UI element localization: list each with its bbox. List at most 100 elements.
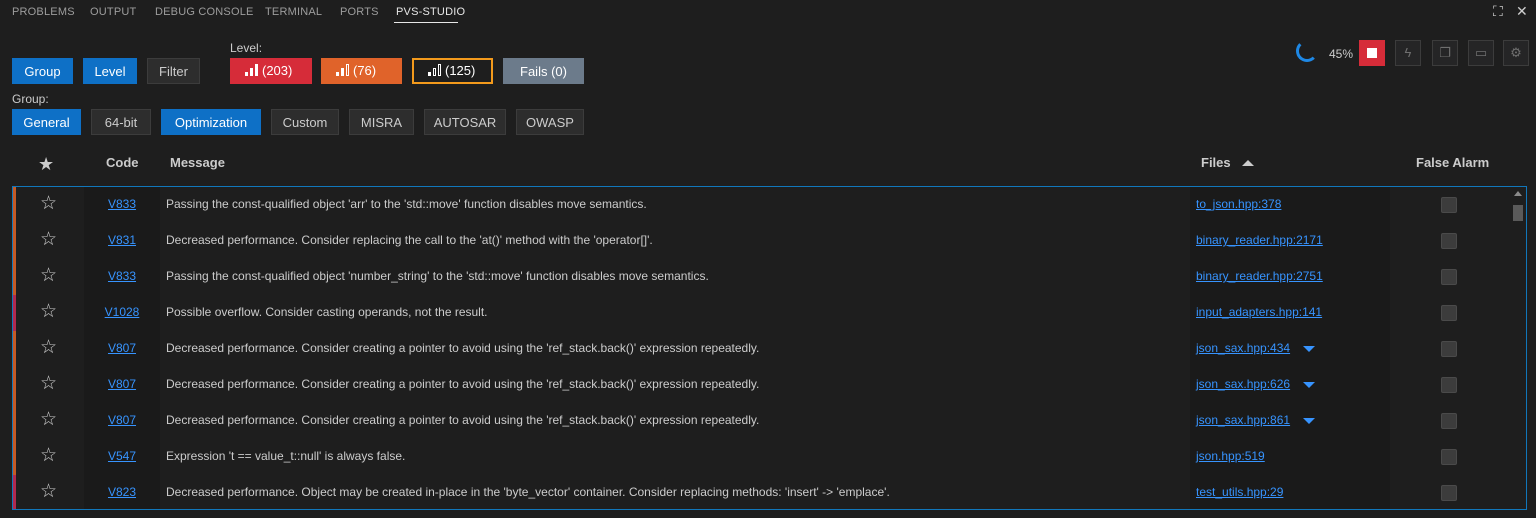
tab-terminal[interactable]: TERMINAL: [265, 6, 322, 18]
code-cell: V831: [84, 223, 160, 259]
false-alarm-checkbox[interactable]: [1441, 305, 1457, 321]
file-cell: binary_reader.hpp:2751: [1190, 259, 1390, 295]
star-outline-icon[interactable]: ☆: [40, 446, 57, 465]
file-link[interactable]: json_sax.hpp:434: [1196, 341, 1290, 355]
group-general-button[interactable]: General: [12, 109, 81, 135]
tab-problems[interactable]: PROBLEMS: [12, 6, 75, 18]
column-header-files[interactable]: Files: [1201, 155, 1231, 177]
favorite-cell: ☆: [16, 187, 84, 223]
false-alarm-checkbox[interactable]: [1441, 269, 1457, 285]
settings-gear-icon[interactable]: ⚙: [1503, 40, 1529, 66]
level-high-button[interactable]: (203): [230, 58, 312, 84]
false-alarm-cell: [1390, 439, 1510, 475]
table-row[interactable]: ☆ V833 Passing the const-qualified object …: [13, 187, 1510, 223]
level-medium-button[interactable]: (76): [321, 58, 402, 84]
group-autosar-button[interactable]: AUTOSAR: [424, 109, 506, 135]
favorite-column-star-icon[interactable]: ★: [38, 154, 54, 176]
maximize-panel-icon[interactable]: ⛶: [1493, 3, 1503, 20]
tab-output[interactable]: OUTPUT: [90, 6, 136, 18]
table-row[interactable]: ☆ V807 Decreased performance. Consider cre…: [13, 331, 1510, 367]
tab-debug-console[interactable]: DEBUG CONSOLE: [155, 6, 254, 18]
file-link[interactable]: json_sax.hpp:626: [1196, 377, 1290, 391]
group-optimization-button[interactable]: Optimization: [161, 109, 261, 135]
file-cell: binary_reader.hpp:2171: [1190, 223, 1390, 259]
flash-icon[interactable]: ϟ: [1395, 40, 1421, 66]
stop-analysis-button[interactable]: [1359, 40, 1385, 66]
star-outline-icon[interactable]: ☆: [40, 410, 57, 429]
star-outline-icon[interactable]: ☆: [40, 482, 57, 501]
scrollbar-thumb[interactable]: [1513, 205, 1523, 221]
file-link[interactable]: test_utils.hpp:29: [1196, 485, 1283, 499]
file-link[interactable]: json_sax.hpp:861: [1196, 413, 1290, 427]
level-low-button[interactable]: (125): [412, 58, 493, 84]
code-cell: V1028: [84, 295, 160, 331]
table-row[interactable]: ☆ V807 Decreased performance. Consider cre…: [13, 367, 1510, 403]
star-outline-icon[interactable]: ☆: [40, 266, 57, 285]
false-alarm-checkbox[interactable]: [1441, 449, 1457, 465]
signal-low-icon: [428, 64, 441, 76]
level-medium-count: (76): [353, 63, 377, 78]
table-row[interactable]: ☆ V823 Decreased performance. Object may b…: [13, 475, 1510, 509]
star-outline-icon[interactable]: ☆: [40, 374, 57, 393]
warning-code-link[interactable]: V547: [84, 449, 160, 463]
false-alarm-cell: [1390, 187, 1510, 223]
table-row[interactable]: ☆ V833 Passing the const-qualified object …: [13, 259, 1510, 295]
warning-message: Decreased performance. Consider replacin…: [166, 233, 653, 247]
warning-code-link[interactable]: V1028: [84, 305, 160, 319]
false-alarm-checkbox[interactable]: [1441, 485, 1457, 501]
false-alarm-checkbox[interactable]: [1441, 341, 1457, 357]
copy-icon[interactable]: ❐: [1432, 40, 1458, 66]
warning-message: Expression 't == value_t::null' is alway…: [166, 449, 406, 463]
warning-code-link[interactable]: V807: [84, 413, 160, 427]
group-button[interactable]: Group: [12, 58, 73, 84]
file-cell: test_utils.hpp:29: [1190, 475, 1390, 509]
group-64bit-button[interactable]: 64-bit: [91, 109, 151, 135]
warning-code-link[interactable]: V807: [84, 341, 160, 355]
close-panel-icon[interactable]: ✕: [1516, 3, 1528, 20]
star-outline-icon[interactable]: ☆: [40, 338, 57, 357]
warning-code-link[interactable]: V807: [84, 377, 160, 391]
chevron-down-icon[interactable]: [1303, 346, 1315, 352]
file-link[interactable]: to_json.hpp:378: [1196, 197, 1281, 211]
column-header-false-alarm[interactable]: False Alarm: [1416, 155, 1489, 177]
table-row[interactable]: ☆ V1028 Possible overflow. Consider castin…: [13, 295, 1510, 331]
file-link[interactable]: input_adapters.hpp:141: [1196, 305, 1322, 319]
false-alarm-checkbox[interactable]: [1441, 197, 1457, 213]
false-alarm-checkbox[interactable]: [1441, 377, 1457, 393]
warning-message: Possible overflow. Consider casting oper…: [166, 305, 488, 319]
table-row[interactable]: ☆ V807 Decreased performance. Consider cre…: [13, 403, 1510, 439]
level-button[interactable]: Level: [83, 58, 137, 84]
star-outline-icon[interactable]: ☆: [40, 302, 57, 321]
file-cell: json.hpp:519: [1190, 439, 1390, 475]
file-link[interactable]: json.hpp:519: [1196, 449, 1265, 463]
warning-code-link[interactable]: V831: [84, 233, 160, 247]
progress-percent: 45%: [1329, 47, 1354, 61]
column-header-code[interactable]: Code: [106, 155, 139, 177]
filter-button[interactable]: Filter: [147, 58, 200, 84]
warning-code-link[interactable]: V823: [84, 485, 160, 499]
false-alarm-checkbox[interactable]: [1441, 413, 1457, 429]
table-row[interactable]: ☆ V547 Expression 't == value_t::null' is …: [13, 439, 1510, 475]
vertical-scrollbar[interactable]: [1510, 187, 1526, 509]
tab-ports[interactable]: PORTS: [340, 6, 379, 18]
group-custom-button[interactable]: Custom: [271, 109, 339, 135]
file-link[interactable]: binary_reader.hpp:2171: [1196, 233, 1323, 247]
fails-button[interactable]: Fails (0): [503, 58, 584, 84]
chevron-down-icon[interactable]: [1303, 418, 1315, 424]
warning-code-link[interactable]: V833: [84, 269, 160, 283]
column-header-message[interactable]: Message: [170, 155, 225, 177]
file-cell: input_adapters.hpp:141: [1190, 295, 1390, 331]
false-alarm-checkbox[interactable]: [1441, 233, 1457, 249]
chevron-down-icon[interactable]: [1303, 382, 1315, 388]
tab-pvs-studio[interactable]: PVS-STUDIO: [396, 6, 465, 18]
open-folder-icon[interactable]: ▭: [1468, 40, 1494, 66]
scroll-up-icon[interactable]: [1514, 191, 1522, 196]
group-owasp-button[interactable]: OWASP: [516, 109, 584, 135]
table-row[interactable]: ☆ V831 Decreased performance. Consider rep…: [13, 223, 1510, 259]
file-link[interactable]: binary_reader.hpp:2751: [1196, 269, 1323, 283]
warning-message: Decreased performance. Object may be cre…: [166, 485, 890, 499]
group-misra-button[interactable]: MISRA: [349, 109, 414, 135]
star-outline-icon[interactable]: ☆: [40, 230, 57, 249]
warning-code-link[interactable]: V833: [84, 197, 160, 211]
star-outline-icon[interactable]: ☆: [40, 194, 57, 213]
